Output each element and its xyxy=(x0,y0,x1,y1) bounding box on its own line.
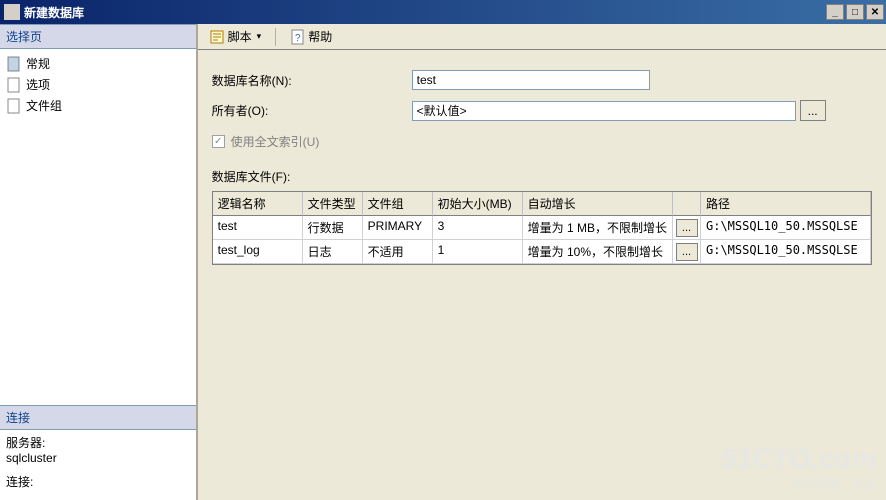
toolbar: 脚本 ▾ ? 帮助 xyxy=(198,24,886,50)
window-buttons: _ □ ✕ xyxy=(826,4,884,20)
right-pane: 脚本 ▾ ? 帮助 数据库名称(N): 所有者(O): ... xyxy=(198,24,886,500)
owner-input[interactable] xyxy=(412,101,796,121)
cell-autogrow-button[interactable]: ... xyxy=(673,216,701,239)
script-button[interactable]: 脚本 ▾ xyxy=(204,26,268,47)
help-label: 帮助 xyxy=(308,28,332,45)
window-title: 新建数据库 xyxy=(24,4,826,21)
toolbar-separator xyxy=(275,28,276,46)
cell-path[interactable]: G:\MSSQL10_50.MSSQLSE xyxy=(701,216,871,239)
grid-headers: 逻辑名称 文件类型 文件组 初始大小(MB) 自动增长 路径 xyxy=(213,192,871,216)
nav-item-options[interactable]: 选项 xyxy=(4,74,192,95)
cell-filegroup[interactable]: PRIMARY xyxy=(363,216,433,239)
watermark-small: 技术博客 Blog xyxy=(721,475,876,492)
app-icon xyxy=(4,4,20,20)
fulltext-checkbox[interactable]: ✓ xyxy=(212,135,225,148)
files-grid: 逻辑名称 文件类型 文件组 初始大小(MB) 自动增长 路径 test 行数据 … xyxy=(212,191,872,265)
left-pane: 选择页 常规 选项 文件组 连接 服务器: xyxy=(0,24,196,500)
cell-autogrow[interactable]: 增量为 1 MB，不限制增长 xyxy=(523,216,673,239)
cell-filegroup[interactable]: 不适用 xyxy=(363,240,433,263)
nav-label: 常规 xyxy=(26,55,50,72)
script-icon xyxy=(210,29,226,45)
files-label: 数据库文件(F): xyxy=(212,168,872,185)
ellipsis-icon: ... xyxy=(676,219,698,237)
owner-label: 所有者(O): xyxy=(212,102,412,119)
ellipsis-icon: ... xyxy=(676,243,698,261)
nav-label: 文件组 xyxy=(26,97,62,114)
maximize-button[interactable]: □ xyxy=(846,4,864,20)
header-autogrow[interactable]: 自动增长 xyxy=(523,192,673,216)
header-filegroup[interactable]: 文件组 xyxy=(363,192,433,216)
body-area: 选择页 常规 选项 文件组 连接 服务器: xyxy=(0,24,886,500)
title-bar: 新建数据库 _ □ ✕ xyxy=(0,0,886,24)
cell-path[interactable]: G:\MSSQL10_50.MSSQLSE xyxy=(701,240,871,263)
owner-browse-button[interactable]: ... xyxy=(800,100,826,121)
form-area: 数据库名称(N): 所有者(O): ... ✓ 使用全文索引(U) 数据库文件(… xyxy=(198,50,886,273)
cell-autogrow[interactable]: 增量为 10%，不限制增长 xyxy=(523,240,673,263)
table-row[interactable]: test 行数据 PRIMARY 3 增量为 1 MB，不限制增长 ... G:… xyxy=(213,216,871,240)
header-type[interactable]: 文件类型 xyxy=(303,192,363,216)
header-size[interactable]: 初始大小(MB) xyxy=(433,192,523,216)
table-row[interactable]: test_log 日志 不适用 1 增量为 10%，不限制增长 ... G:\M… xyxy=(213,240,871,264)
check-icon: ✓ xyxy=(214,137,222,147)
cell-size[interactable]: 3 xyxy=(433,216,523,239)
cell-logical[interactable]: test xyxy=(213,216,303,239)
dropdown-icon: ▾ xyxy=(257,31,262,42)
header-spacer xyxy=(673,192,701,216)
nav-item-filegroups[interactable]: 文件组 xyxy=(4,95,192,116)
header-logical[interactable]: 逻辑名称 xyxy=(213,192,303,216)
cell-autogrow-button[interactable]: ... xyxy=(673,240,701,263)
nav-label: 选项 xyxy=(26,76,50,93)
server-value: sqlcluster xyxy=(6,451,190,465)
fulltext-row: ✓ 使用全文索引(U) xyxy=(212,133,872,150)
cell-size[interactable]: 1 xyxy=(433,240,523,263)
minimize-button[interactable]: _ xyxy=(826,4,844,20)
dbname-input[interactable] xyxy=(412,70,650,90)
header-path[interactable]: 路径 xyxy=(701,192,871,216)
cell-type[interactable]: 日志 xyxy=(303,240,363,263)
server-label: 服务器: xyxy=(6,434,190,451)
nav-list: 常规 选项 文件组 xyxy=(0,49,196,405)
connection-section: 服务器: sqlcluster 连接: xyxy=(0,430,196,500)
page-icon xyxy=(6,98,22,114)
help-button[interactable]: ? 帮助 xyxy=(284,26,338,47)
svg-text:?: ? xyxy=(295,33,301,44)
dbname-label: 数据库名称(N): xyxy=(212,72,412,89)
page-icon xyxy=(6,56,22,72)
owner-row: 所有者(O): ... xyxy=(212,100,872,121)
page-icon xyxy=(6,77,22,93)
connection-label: 连接: xyxy=(6,473,190,490)
watermark-big: 51CTO.com xyxy=(721,443,876,475)
help-icon: ? xyxy=(290,29,306,45)
fulltext-label: 使用全文索引(U) xyxy=(231,133,320,150)
watermark: 51CTO.com 技术博客 Blog xyxy=(721,443,876,492)
select-page-header: 选择页 xyxy=(0,24,196,49)
cell-type[interactable]: 行数据 xyxy=(303,216,363,239)
dbname-row: 数据库名称(N): xyxy=(212,70,872,90)
close-button[interactable]: ✕ xyxy=(866,4,884,20)
script-label: 脚本 xyxy=(228,28,252,45)
connection-header: 连接 xyxy=(0,405,196,430)
nav-item-general[interactable]: 常规 xyxy=(4,53,192,74)
cell-logical[interactable]: test_log xyxy=(213,240,303,263)
